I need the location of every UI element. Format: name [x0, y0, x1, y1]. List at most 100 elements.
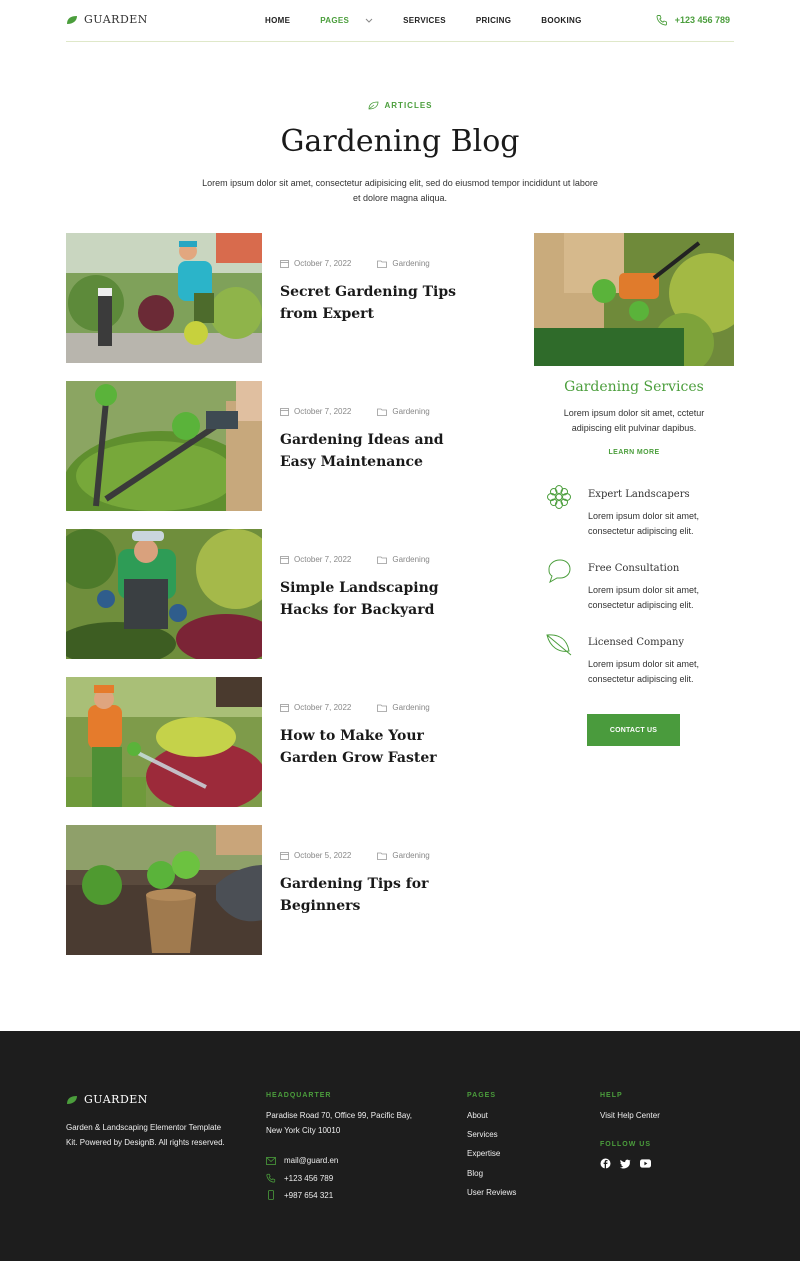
footer-heading-headquarter: HEADQUARTER [266, 1092, 332, 1099]
post-category-text: Gardening [392, 703, 430, 712]
footer-email[interactable]: mail@guard.en [266, 1156, 338, 1165]
folder-icon [377, 408, 388, 416]
footer-link-help-center[interactable]: Visit Help Center [600, 1111, 660, 1120]
post-category[interactable]: Gardening [377, 555, 430, 564]
chevron-down-icon [365, 18, 373, 23]
section-eyebrow: ARTICLES [0, 101, 800, 110]
nav-services[interactable]: SERVICES [403, 16, 446, 25]
footer-address: Paradise Road 70, Office 99, Pacific Bay… [266, 1111, 413, 1135]
post-category[interactable]: Gardening [377, 851, 430, 860]
footer-logo[interactable]: GUARDEN [66, 1093, 148, 1106]
feature-title: Expert Landscapers [588, 489, 690, 500]
blog-post[interactable]: October 7, 2022 Gardening Secret Gardeni… [66, 233, 486, 363]
post-category[interactable]: Gardening [377, 703, 430, 712]
post-date-text: October 7, 2022 [294, 407, 352, 416]
page-intro: Lorem ipsum dolor sit amet, consectetur … [202, 178, 598, 203]
page-title: Gardening Blog [280, 124, 520, 159]
post-title[interactable]: Secret Gardening Tips from Expert [280, 281, 470, 325]
leaf-icon [368, 101, 378, 110]
feature-text: Lorem ipsum dolor sit amet, consectetur … [588, 585, 700, 610]
mail-icon [266, 1156, 276, 1165]
folder-icon [377, 704, 388, 712]
nav-pricing[interactable]: PRICING [476, 16, 511, 25]
footer-phone-1[interactable]: +123 456 789 [266, 1173, 333, 1183]
header-phone-number: +123 456 789 [674, 15, 730, 25]
post-category-text: Gardening [392, 555, 430, 564]
blog-post[interactable]: October 7, 2022 Gardening Gardening Idea… [66, 381, 486, 511]
footer-phone-1-text: +123 456 789 [284, 1173, 334, 1183]
footer-link-about[interactable]: About [467, 1111, 488, 1120]
feature-text: Lorem ipsum dolor sit amet, consectetur … [588, 659, 700, 684]
post-thumbnail[interactable] [66, 677, 262, 807]
sidebar-image [534, 233, 734, 366]
learn-more-link[interactable]: LEARN MORE [534, 449, 734, 456]
feature-title: Licensed Company [588, 637, 685, 648]
post-thumbnail[interactable] [66, 233, 262, 363]
blog-post[interactable]: October 7, 2022 Gardening How to Make Yo… [66, 677, 486, 807]
mobile-icon [268, 1190, 274, 1200]
post-thumbnail[interactable] [66, 825, 262, 955]
post-thumbnail[interactable] [66, 381, 262, 511]
nav-pages-label: PAGES [320, 16, 350, 25]
footer-logo-text: GUARDEN [84, 1093, 148, 1106]
site-footer: GUARDEN Garden & Landscaping Elementor T… [0, 1031, 800, 1261]
leaf-icon [546, 634, 572, 656]
phone-icon [266, 1173, 276, 1183]
footer-link-expertise[interactable]: Expertise [467, 1149, 500, 1158]
post-date: October 5, 2022 [280, 851, 351, 860]
footer-link-services[interactable]: Services [467, 1130, 498, 1139]
feature-text: Lorem ipsum dolor sit amet, consectetur … [588, 511, 700, 536]
social-links [600, 1158, 651, 1169]
footer-heading-pages: PAGES [467, 1092, 496, 1099]
post-date-text: October 7, 2022 [294, 703, 352, 712]
twitter-icon[interactable] [620, 1158, 631, 1169]
facebook-icon[interactable] [600, 1158, 611, 1169]
post-title[interactable]: Gardening Tips for Beginners [280, 873, 470, 917]
folder-icon [377, 556, 388, 564]
nav-pages[interactable]: PAGES [320, 16, 373, 25]
post-meta: October 7, 2022 Gardening [280, 407, 430, 416]
footer-link-blog[interactable]: Blog [467, 1169, 483, 1178]
blog-post[interactable]: October 7, 2022 Gardening Simple Landsca… [66, 529, 486, 659]
blog-post[interactable]: October 5, 2022 Gardening Gardening Tips… [66, 825, 486, 955]
post-date: October 7, 2022 [280, 555, 351, 564]
footer-email-text: mail@guard.en [284, 1156, 339, 1165]
leaf-logo-icon [67, 1095, 77, 1104]
logo[interactable]: GUARDEN [66, 13, 148, 26]
calendar-icon [280, 852, 289, 860]
sidebar-title: Gardening Services [564, 379, 704, 395]
post-category-text: Gardening [392, 259, 430, 268]
eyebrow-label: ARTICLES [384, 101, 433, 110]
phone-icon [656, 15, 667, 26]
footer-link-user-reviews[interactable]: User Reviews [467, 1188, 516, 1197]
post-date-text: October 7, 2022 [294, 259, 352, 268]
post-title[interactable]: Simple Landscaping Hacks for Backyard [280, 577, 470, 621]
post-date-text: October 7, 2022 [294, 555, 352, 564]
post-date: October 7, 2022 [280, 703, 351, 712]
calendar-icon [280, 556, 289, 564]
post-meta: October 7, 2022 Gardening [280, 703, 430, 712]
nav-home[interactable]: HOME [265, 16, 290, 25]
calendar-icon [280, 260, 289, 268]
post-meta: October 5, 2022 Gardening [280, 851, 430, 860]
calendar-icon [280, 704, 289, 712]
post-category[interactable]: Gardening [377, 259, 430, 268]
post-title[interactable]: How to Make Your Garden Grow Faster [280, 725, 470, 769]
header-phone[interactable]: +123 456 789 [656, 14, 730, 26]
feature-title: Free Consultation [588, 563, 680, 574]
flower-icon [547, 485, 571, 509]
post-meta: October 7, 2022 Gardening [280, 259, 430, 268]
footer-heading-help: HELP [600, 1092, 623, 1099]
post-thumbnail[interactable] [66, 529, 262, 659]
nav-booking[interactable]: BOOKING [541, 16, 581, 25]
folder-icon [377, 852, 388, 860]
post-meta: October 7, 2022 Gardening [280, 555, 430, 564]
post-category[interactable]: Gardening [377, 407, 430, 416]
post-date-text: October 5, 2022 [294, 851, 352, 860]
footer-phone-2[interactable]: +987 654 321 [266, 1190, 333, 1200]
footer-heading-follow: FOLLOW US [600, 1141, 651, 1148]
logo-text: GUARDEN [84, 13, 148, 26]
youtube-icon[interactable] [640, 1158, 651, 1169]
post-title[interactable]: Gardening Ideas and Easy Maintenance [280, 429, 470, 473]
contact-us-button[interactable]: CONTACT US [587, 714, 680, 746]
